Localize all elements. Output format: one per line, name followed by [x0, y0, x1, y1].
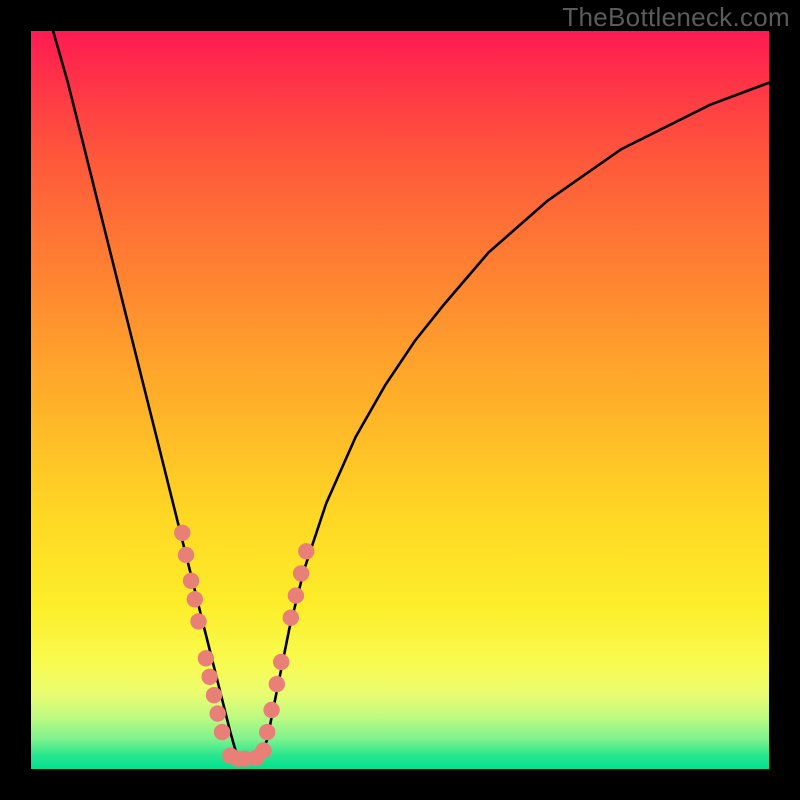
curve-marker [178, 547, 194, 563]
curve-marker [198, 650, 214, 666]
curve-marker [187, 591, 203, 607]
curve-marker [214, 724, 230, 740]
curve-marker [293, 565, 309, 581]
curve-marker [190, 613, 206, 629]
watermark-text: TheBottleneck.com [562, 2, 790, 33]
curve-marker [283, 610, 299, 626]
curve-marker [183, 573, 199, 589]
curve-marker [273, 654, 289, 670]
bottleneck-curve [53, 31, 769, 759]
curve-marker [255, 742, 271, 758]
curve-marker [206, 687, 222, 703]
curve-markers [174, 525, 314, 767]
curve-marker [298, 543, 314, 559]
curve-marker [288, 587, 304, 603]
curve-marker [210, 705, 226, 721]
curve-marker [201, 669, 217, 685]
curve-marker [269, 676, 285, 692]
plot-area [31, 31, 769, 769]
curve-layer [31, 31, 769, 769]
chart-frame: TheBottleneck.com [0, 0, 800, 800]
curve-marker [263, 702, 279, 718]
curve-marker [174, 525, 190, 541]
curve-marker [259, 724, 275, 740]
